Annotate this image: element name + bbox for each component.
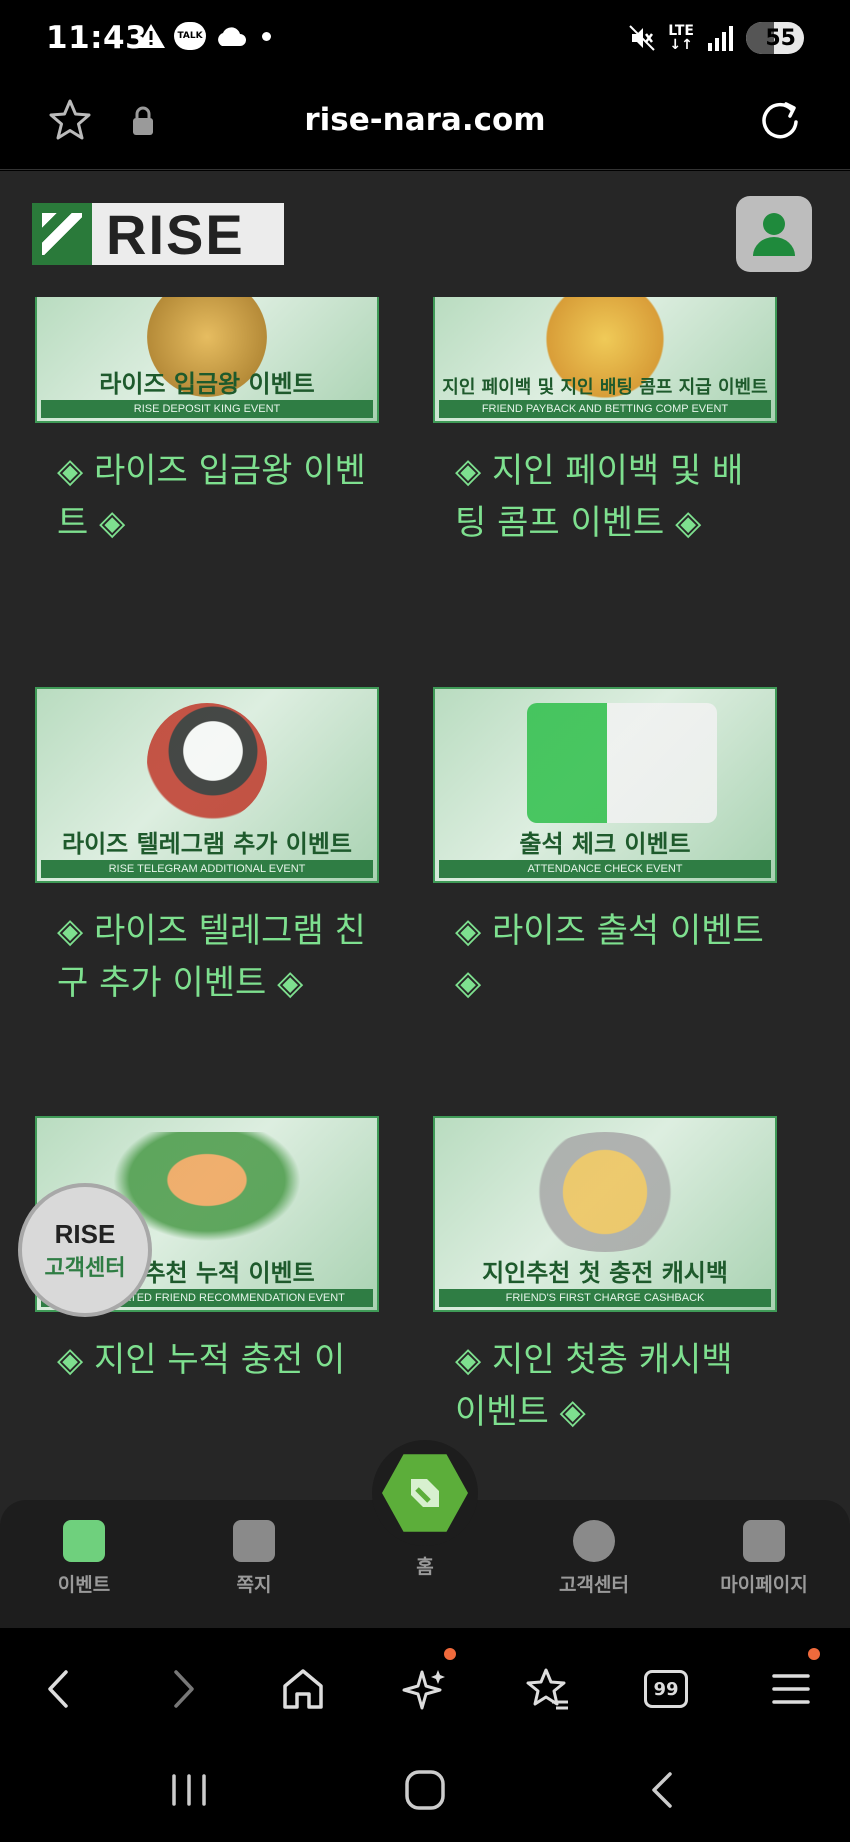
panda-image [147, 703, 267, 823]
logo-mark-icon [32, 203, 92, 265]
event-banner[interactable]: 출석 체크 이벤트 ATTENDANCE CHECK EVENT [433, 687, 777, 883]
event-card[interactable]: 출석 체크 이벤트 ATTENDANCE CHECK EVENT ◈ 라이즈 출… [433, 687, 777, 1009]
home-icon[interactable] [278, 1664, 328, 1714]
banner-subtitle: RISE DEPOSIT KING EVENT [41, 400, 373, 418]
site-logo[interactable]: RISE [32, 202, 284, 266]
signal-icon [708, 26, 733, 51]
nav-support[interactable]: 고객센터 [524, 1520, 664, 1597]
nav-event-label: 이벤트 [57, 1574, 111, 1596]
home-logo-icon [382, 1454, 468, 1532]
home-button-icon[interactable] [402, 1768, 448, 1812]
warning-icon [137, 24, 165, 48]
nav-home-label[interactable]: 홈 [385, 1552, 465, 1579]
event-title[interactable]: ◈ 지인 첫충 캐시백 이벤트 ◈ [433, 1334, 777, 1438]
event-banner[interactable]: 지인 페이백 및 지인 배팅 콤프 지급 이벤트 FRIEND PAYBACK … [433, 297, 777, 423]
bookmarks-icon[interactable] [522, 1664, 572, 1714]
event-card[interactable]: 라이즈 텔레그램 추가 이벤트 RISE TELEGRAM ADDITIONAL… [35, 687, 379, 1009]
browser-url-bar: rise-nara.com [0, 82, 850, 170]
cloud-icon [218, 27, 246, 46]
lte-indicator: LTE ↓↑ [668, 23, 694, 53]
event-card[interactable]: 지인 페이백 및 지인 배팅 콤프 지급 이벤트 FRIEND PAYBACK … [433, 297, 777, 549]
event-banner[interactable]: 라이즈 입금왕 이벤트 RISE DEPOSIT KING EVENT [35, 297, 379, 423]
message-icon [233, 1520, 275, 1562]
user-icon [743, 1520, 785, 1562]
event-card[interactable]: 라이즈 입금왕 이벤트 RISE DEPOSIT KING EVENT ◈ 라이… [35, 297, 379, 549]
floating-customer-service-button[interactable]: RISE 고객센터 [18, 1183, 152, 1317]
banner-subtitle: FRIEND'S FIRST CHARGE CASHBACK [439, 1289, 771, 1307]
event-title[interactable]: ◈ 라이즈 출석 이벤트 ◈ [433, 905, 777, 1009]
back-icon[interactable] [34, 1664, 84, 1714]
status-notification-icons: TALK [136, 22, 271, 50]
calendar-check-image [527, 703, 717, 823]
notification-dot [808, 1648, 820, 1660]
status-time: 11:43 [46, 20, 148, 56]
banner-title: 출석 체크 이벤트 [519, 830, 691, 858]
url-text[interactable]: rise-nara.com [0, 102, 850, 138]
kakaotalk-icon: TALK [174, 22, 206, 50]
banner-title: 지인 페이백 및 지인 배팅 콤프 지급 이벤트 [442, 377, 768, 398]
calendar-icon [63, 1520, 105, 1562]
banner-title: 라이즈 입금왕 이벤트 [99, 370, 315, 398]
cs-float-label: 고객센터 [44, 1255, 126, 1281]
user-icon [753, 213, 795, 256]
profile-button[interactable] [736, 196, 812, 272]
event-title[interactable]: ◈ 지인 페이백 및 배팅 콤프 이벤트 ◈ [433, 445, 777, 549]
banner-subtitle: ATTENDANCE CHECK EVENT [439, 860, 771, 878]
banner-subtitle: RISE TELEGRAM ADDITIONAL EVENT [41, 860, 373, 878]
nav-event[interactable]: 이벤트 [14, 1520, 154, 1597]
sparkle-icon[interactable] [400, 1664, 450, 1714]
nav-home-button[interactable] [372, 1440, 478, 1546]
forward-icon[interactable] [158, 1664, 208, 1714]
event-banner[interactable]: 지인추천 첫 충전 캐시백 FRIEND'S FIRST CHARGE CASH… [433, 1116, 777, 1312]
talk-label: TALK [177, 31, 203, 41]
event-banner[interactable]: 라이즈 텔레그램 추가 이벤트 RISE TELEGRAM ADDITIONAL… [35, 687, 379, 883]
banner-title: 지인추천 첫 충전 캐시백 [482, 1259, 728, 1287]
dot-icon [262, 31, 271, 41]
nav-message-label: 쪽지 [236, 1574, 272, 1596]
event-title[interactable]: ◈ 지인 누적 충전 이 [35, 1334, 379, 1386]
system-nav-bar [0, 1740, 850, 1842]
nav-message[interactable]: 쪽지 [184, 1520, 324, 1597]
nav-mypage[interactable]: 마이페이지 [694, 1520, 834, 1597]
mute-icon [629, 25, 655, 51]
support-chat-icon [573, 1520, 615, 1562]
logo-text: RISE [106, 202, 245, 266]
tabs-button[interactable]: 99 [644, 1670, 688, 1708]
menu-icon[interactable] [766, 1664, 816, 1714]
nav-support-label: 고객센터 [559, 1574, 629, 1596]
browser-toolbar: 99 [0, 1628, 850, 1740]
event-title[interactable]: ◈ 라이즈 텔레그램 친구 추가 이벤트 ◈ [35, 905, 379, 1009]
status-bar: 11:43 TALK LTE ↓↑ 55 [0, 0, 850, 82]
battery-indicator: 55 [746, 22, 804, 54]
battery-level: 55 [765, 25, 796, 51]
event-card[interactable]: 지인추천 첫 충전 캐시백 FRIEND'S FIRST CHARGE CASH… [433, 1116, 777, 1438]
banner-title: 라이즈 텔레그램 추가 이벤트 [61, 830, 353, 858]
back-button-icon[interactable] [644, 1768, 684, 1812]
page-content: RISE 라이즈 입금왕 이벤트 RISE DEPOSIT KING EVENT… [0, 171, 850, 1627]
recent-apps-icon[interactable] [166, 1770, 212, 1810]
tabs-count: 99 [653, 1678, 679, 1700]
notification-dot [444, 1648, 456, 1660]
reload-icon[interactable] [756, 96, 804, 144]
cashback-image [520, 1132, 690, 1252]
status-system-icons: LTE ↓↑ 55 [628, 22, 804, 54]
cs-float-brand: RISE [54, 1218, 116, 1249]
nav-mypage-label: 마이페이지 [720, 1574, 808, 1596]
event-title[interactable]: ◈ 라이즈 입금왕 이벤트 ◈ [35, 445, 379, 549]
banner-subtitle: FRIEND PAYBACK AND BETTING COMP EVENT [439, 400, 771, 418]
